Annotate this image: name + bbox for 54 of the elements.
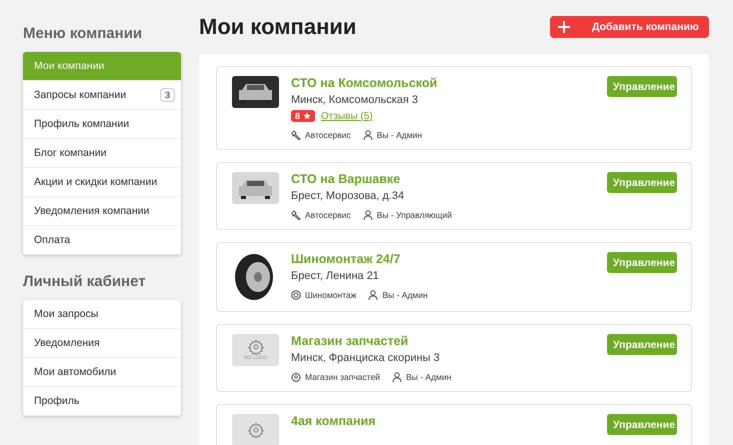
company-name[interactable]: Шиномонтаж 24/7 [291,252,607,266]
count-badge: 3 [160,88,175,102]
company-address: Минск, Комсомольская 3 [291,94,420,106]
menu-item[interactable]: Профиль [23,387,181,416]
plus-icon [558,21,570,33]
role-label: Вы - Админ [376,130,422,140]
user-icon [362,130,373,140]
menu-item[interactable]: Уведомления [23,329,181,358]
car-photo [232,76,279,108]
reviews-link[interactable]: Отзывы (5) [321,110,373,122]
company-address: Минск, Франциска скорины 3 [291,352,441,364]
category-label: Магазин запчастей [305,372,380,382]
tire-icon [291,290,301,300]
menu-item[interactable]: Мои запросы [23,300,181,329]
company-name[interactable]: СТО на Комсомольской [291,76,607,90]
role-label: Вы - Админ [382,290,428,300]
user-icon [362,210,373,220]
gear-icon [248,422,264,438]
company-address: Брест, Морозова, д.34 [291,190,406,202]
menu-item[interactable]: Блог компании [23,139,181,168]
user-icon [392,372,402,382]
category-label: Автосервис [305,130,351,140]
page-title: Мои компании [199,14,356,40]
user-icon [368,290,378,300]
manage-button[interactable]: Управление [607,334,677,355]
manage-button[interactable]: Управление [607,172,677,193]
menu-item[interactable]: Уведомления компании [23,197,181,226]
menu-item[interactable]: Акции и скидки компании [23,168,181,197]
manage-button[interactable]: Управление [607,76,677,97]
company-address: Брест, Ленина 21 [291,270,380,282]
menu-item[interactable]: Профиль компании [23,110,181,139]
category-label: Шиномонтаж [305,290,356,300]
menu-item[interactable]: Запросы компании 3 [23,81,181,110]
category-label: Автосервис [305,210,351,220]
company-name[interactable]: Магазин запчастей [291,334,607,348]
menu-item[interactable]: Мои автомобили [23,358,181,387]
section-heading: Личный кабинет [23,273,147,290]
gear-icon [291,372,301,382]
section-heading: Меню компании [23,25,144,42]
manage-button[interactable]: Управление [607,252,677,273]
menu-item[interactable]: Оплата [23,226,181,255]
role-label: Вы - Управляющий [376,210,452,220]
menu-item[interactable]: Мои компании [23,52,181,81]
star-icon [303,112,312,120]
rating-badge: 8 [291,110,316,122]
add-company-button[interactable]: Добавить компанию [550,16,709,38]
company-name[interactable]: 4ая компания [291,414,607,428]
role-label: Вы - Админ [406,372,452,382]
car-photo [232,172,279,204]
wrench-icon [291,130,301,140]
wrench-icon [291,210,301,220]
company-name[interactable]: СТО на Варшавке [291,172,607,186]
manage-button[interactable]: Управление [607,414,677,435]
gear-icon [248,339,264,355]
